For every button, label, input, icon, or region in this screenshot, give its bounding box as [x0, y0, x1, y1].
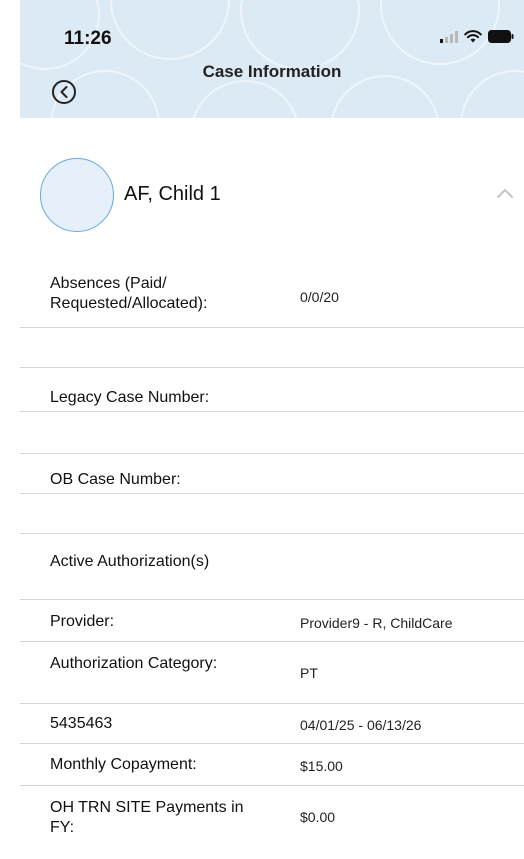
info-label: Authorization Category: [50, 655, 218, 672]
info-label: Provider: [50, 613, 115, 630]
info-value: 04/01/25 - 06/13/26 [300, 717, 422, 733]
info-label: Legacy Case Number: [50, 389, 210, 406]
row-spacer [20, 328, 524, 368]
back-circle-icon [60, 86, 68, 98]
header-decoration [240, 0, 360, 70]
row-spacer [20, 494, 524, 534]
info-row-ob-case: OB Case Number: [20, 454, 524, 494]
chevron-up-icon[interactable] [496, 188, 514, 199]
info-label: Monthly Copayment: [50, 756, 197, 773]
info-value: 0/0/20 [300, 289, 339, 305]
info-label: 5435463 [50, 715, 113, 732]
header-decoration [190, 80, 300, 118]
info-row-authorization-category: Authorization Category: PT [20, 642, 524, 704]
status-time: 11:26 [64, 28, 112, 49]
page-title: Case Information [202, 62, 342, 81]
info-row-legacy-case: Legacy Case Number: [20, 368, 524, 412]
wifi-icon [464, 30, 482, 43]
info-row-payments-fy: OH TRN SITE Payments in FY: $0.00 [20, 786, 524, 852]
app-header: 11:26 Case Information [20, 0, 524, 118]
child-name: AF, Child 1 [124, 183, 221, 205]
row-spacer [20, 412, 524, 454]
child-header[interactable]: AF, Child 1 [40, 158, 524, 232]
info-row-authorization-dates: 5435463 04/01/25 - 06/13/26 [20, 704, 524, 744]
info-value: $15.00 [300, 758, 343, 774]
info-label: Absences (Paid/ Requested/Allocated): [50, 275, 208, 312]
info-row-provider: Provider: Provider9 - R, ChildCare [20, 600, 524, 642]
info-label: OH TRN SITE Payments in FY: [50, 799, 244, 836]
info-label: OB Case Number: [50, 471, 181, 488]
back-button[interactable] [52, 80, 76, 104]
info-value: Provider9 - R, ChildCare [300, 615, 453, 631]
info-value: $0.00 [300, 809, 336, 825]
info-row-absences: Absences (Paid/ Requested/Allocated): 0/… [20, 260, 524, 328]
info-value: PT [300, 665, 318, 681]
info-row-monthly-copayment: Monthly Copayment: $15.00 [20, 744, 524, 786]
signal-icon [440, 30, 458, 43]
info-label: Active Authorization(s) [50, 553, 210, 570]
info-row-active-authorizations: Active Authorization(s) [20, 534, 524, 600]
header-decoration [110, 0, 230, 60]
avatar [40, 158, 114, 232]
status-icons [440, 30, 514, 43]
battery-icon [488, 30, 514, 43]
